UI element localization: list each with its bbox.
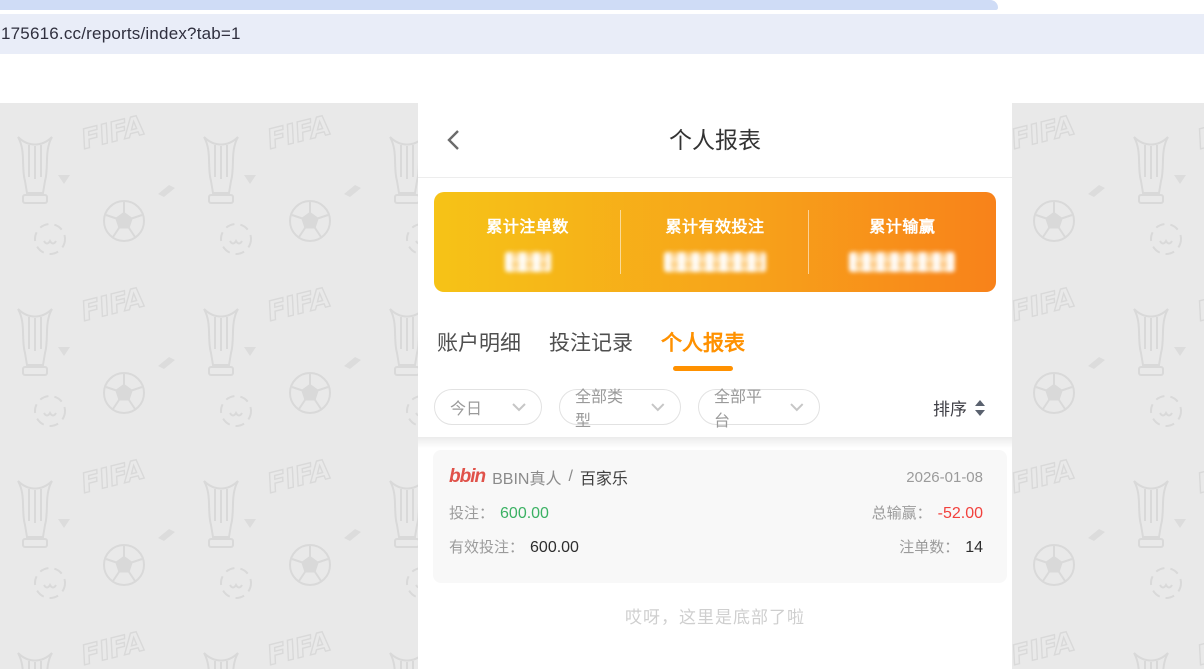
app-viewport: FIFA	[0, 103, 1204, 669]
field-label: 投注：	[449, 502, 494, 523]
sort-label: 排序	[933, 395, 967, 420]
bet-field: 投注： 600.00	[449, 502, 549, 523]
dropdown-label: 今日	[450, 395, 482, 419]
chevron-down-icon	[790, 403, 804, 412]
provider-name: BBIN真人	[492, 465, 561, 489]
sort-control[interactable]: 排序	[933, 395, 986, 420]
win-loss-value: -52.00	[938, 505, 983, 523]
type-filter-dropdown[interactable]: 全部类型	[559, 389, 681, 425]
redacted-value	[849, 252, 955, 272]
report-tabs: 账户明细 投注记录 个人报表	[437, 327, 745, 371]
active-tab-indicator	[673, 366, 733, 371]
date-filter-dropdown[interactable]: 今日	[434, 389, 542, 425]
record-date: 2026-01-08	[906, 469, 983, 486]
bbin-logo: bbin	[449, 466, 485, 488]
sort-arrows-icon	[974, 399, 986, 417]
summary-stat-valid-bet: 累计有效投注	[621, 192, 808, 292]
tab-personal-report[interactable]: 个人报表	[661, 327, 745, 371]
bet-value: 600.00	[500, 505, 549, 523]
field-label: 总输赢：	[872, 502, 932, 523]
valid-bet-value: 600.00	[530, 539, 579, 557]
summary-stat-bet-count: 累计注单数	[434, 192, 621, 292]
tab-bet-records[interactable]: 投注记录	[549, 327, 633, 371]
browser-address-bar[interactable]: 175616.cc/reports/index?tab=1	[0, 14, 1204, 54]
record-values-row-1: 投注： 600.00 总输赢： -52.00	[449, 502, 983, 523]
page-title: 个人报表	[418, 103, 1012, 177]
tab-label: 个人报表	[661, 332, 745, 355]
record-values-row-2: 有效投注： 600.00 注单数： 14	[449, 536, 983, 557]
record-title: bbin BBIN真人 / 百家乐	[449, 465, 628, 489]
dropdown-label: 全部类型	[575, 383, 637, 431]
page-header: 个人报表	[418, 103, 1012, 178]
end-of-list-hint: 哎呀，这里是底部了啦	[418, 603, 1012, 628]
redacted-value	[505, 252, 551, 272]
summary-card: 累计注单数 累计有效投注 累计输赢	[434, 192, 996, 292]
valid-bet-field: 有效投注： 600.00	[449, 536, 579, 557]
dropdown-label: 全部平台	[714, 383, 776, 431]
url-text: 175616.cc/reports/index?tab=1	[1, 24, 241, 44]
summary-stat-win-loss: 累计输赢	[809, 192, 996, 292]
summary-label: 累计有效投注	[665, 213, 764, 237]
record-title-row: bbin BBIN真人 / 百家乐 2026-01-08	[449, 465, 983, 489]
report-panel: 个人报表 累计注单数 累计有效投注 累计输赢 账户明细 投注记录	[418, 103, 1012, 669]
bet-count-field: 注单数： 14	[899, 536, 983, 557]
tab-account-details[interactable]: 账户明细	[437, 327, 521, 371]
browser-tab-strip	[0, 0, 998, 10]
filter-shadow-divider	[418, 437, 1012, 448]
chevron-down-icon	[512, 403, 526, 412]
summary-label: 累计输赢	[869, 213, 935, 237]
win-loss-field: 总输赢： -52.00	[872, 502, 983, 523]
report-record-card[interactable]: bbin BBIN真人 / 百家乐 2026-01-08 投注： 600.00 …	[433, 450, 1007, 583]
summary-label: 累计注单数	[486, 213, 569, 237]
game-name: 百家乐	[580, 465, 628, 489]
chevron-down-icon	[651, 403, 665, 412]
separator: /	[568, 468, 572, 486]
field-label: 注单数：	[899, 536, 959, 557]
redacted-value	[664, 252, 766, 272]
field-label: 有效投注：	[449, 536, 524, 557]
filter-row: 今日 全部类型 全部平台	[434, 389, 820, 425]
bet-count-value: 14	[965, 539, 983, 557]
platform-filter-dropdown[interactable]: 全部平台	[698, 389, 820, 425]
